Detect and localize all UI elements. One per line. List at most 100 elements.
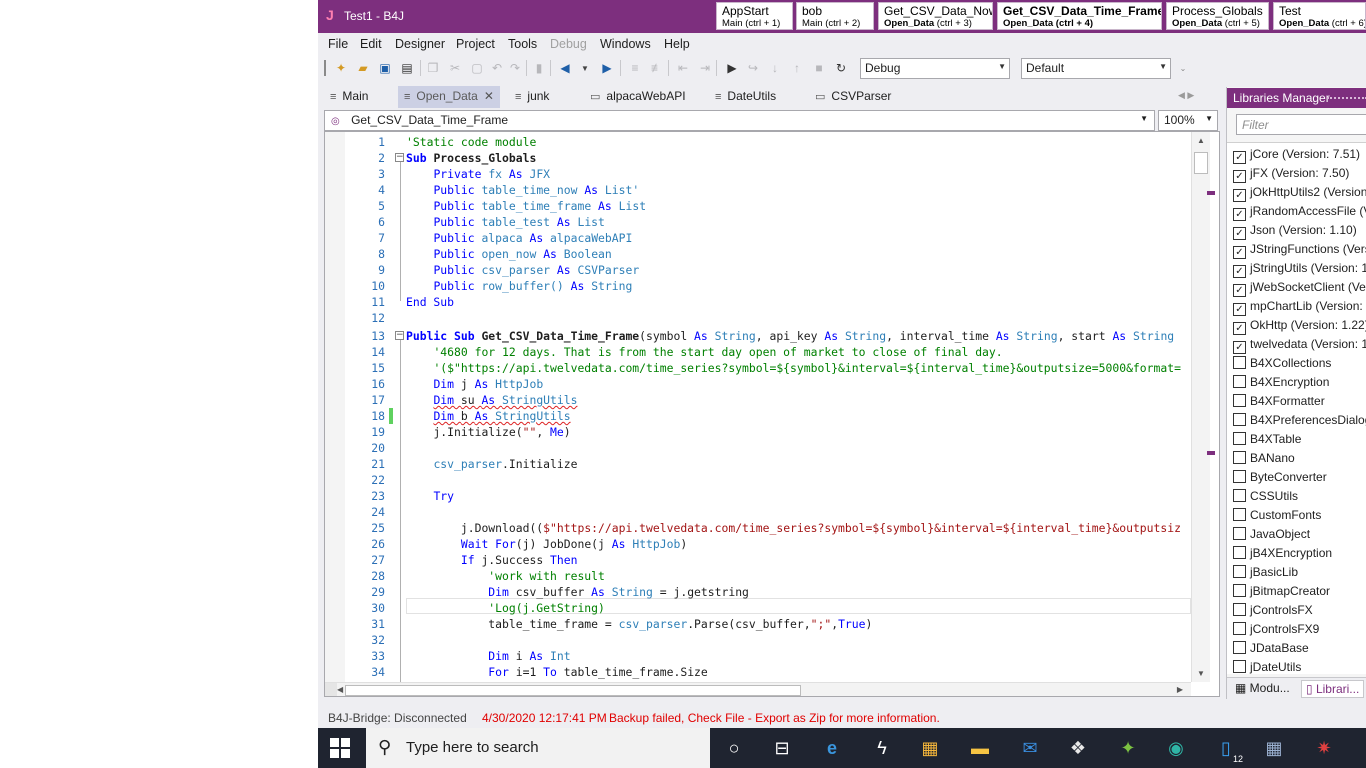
bookmark-icon[interactable]: ▮ <box>530 59 548 77</box>
menu-project[interactable]: Project <box>456 37 495 51</box>
library-item[interactable]: ✓ OkHttp (Version: 1.22) <box>1233 318 1366 337</box>
menu-help[interactable]: Help <box>664 37 690 51</box>
build-config-select[interactable]: Debug ▼ <box>860 58 1010 79</box>
new-project-icon[interactable]: ✦ <box>332 59 350 77</box>
menu-designer[interactable]: Designer <box>395 37 445 51</box>
checkbox-unchecked-icon[interactable] <box>1233 508 1246 521</box>
platform-select[interactable]: Default ▼ <box>1021 58 1171 79</box>
horizontal-scrollbar[interactable]: ◀ ▶ <box>325 682 1191 696</box>
toolbar-overflow-icon[interactable]: ⌄ <box>1174 59 1192 77</box>
close-icon[interactable]: ✕ <box>484 89 494 103</box>
library-item[interactable]: BANano <box>1233 451 1295 470</box>
spider-app-icon[interactable]: ✷ <box>1312 736 1336 760</box>
indent-icon[interactable]: ⇥ <box>696 59 714 77</box>
menu-debug[interactable]: Debug <box>550 37 587 51</box>
tab-dateutils[interactable]: ≡ DateUtils <box>709 86 782 108</box>
library-item[interactable]: ✓ jFX (Version: 7.50) <box>1233 166 1349 185</box>
checkbox-checked-icon[interactable]: ✓ <box>1233 322 1246 335</box>
fold-collapse-icon[interactable]: − <box>395 331 404 340</box>
save-icon[interactable]: ▣ <box>376 59 394 77</box>
library-item[interactable]: ✓ twelvedata (Version: 1 <box>1233 337 1366 356</box>
module-tab-process-globals[interactable]: Process_Globals Open_Data (ctrl + 5) <box>1166 2 1269 30</box>
tab-scroll-arrows-icon[interactable]: ◀ ▶ <box>1178 90 1194 101</box>
checkbox-checked-icon[interactable]: ✓ <box>1233 170 1246 183</box>
checkbox-unchecked-icon[interactable] <box>1233 584 1246 597</box>
library-item[interactable]: ✓ JStringFunctions (Vers <box>1233 242 1366 261</box>
library-item[interactable]: B4XEncryption <box>1233 375 1329 394</box>
navigate-forward-icon[interactable]: ▶ <box>598 59 616 77</box>
checkbox-unchecked-icon[interactable] <box>1233 622 1246 635</box>
tab-libraries[interactable]: ▯ Librari... <box>1301 680 1365 698</box>
tab-main[interactable]: ≡ Main <box>324 86 374 108</box>
redo-icon[interactable]: ↷ <box>506 59 524 77</box>
checkbox-unchecked-icon[interactable] <box>1233 451 1246 464</box>
paste-icon[interactable]: ▢ <box>468 59 486 77</box>
step-in-icon[interactable]: ↓ <box>766 59 784 77</box>
mail-icon[interactable]: ✉ <box>1018 736 1042 760</box>
phone-icon[interactable]: ▯ 12 <box>1214 736 1244 764</box>
library-item[interactable]: jDateUtils <box>1233 660 1301 674</box>
scroll-down-icon[interactable]: ▼ <box>1197 669 1205 678</box>
library-item[interactable]: ByteConverter <box>1233 470 1327 489</box>
step-out-icon[interactable]: ↑ <box>788 59 806 77</box>
tab-open-data[interactable]: ≡ Open_Data ✕ <box>398 86 500 108</box>
checkbox-unchecked-icon[interactable] <box>1233 470 1246 483</box>
checkbox-unchecked-icon[interactable] <box>1233 546 1246 559</box>
store-icon[interactable]: ▦ <box>918 736 942 760</box>
android-icon[interactable]: ✦ <box>1116 736 1140 760</box>
edge-icon[interactable]: e <box>820 736 844 760</box>
checkbox-unchecked-icon[interactable] <box>1233 489 1246 502</box>
checkbox-checked-icon[interactable]: ✓ <box>1233 151 1246 164</box>
library-item[interactable]: B4XTable <box>1233 432 1301 451</box>
checkbox-checked-icon[interactable]: ✓ <box>1233 189 1246 202</box>
library-item[interactable]: jControlsFX9 <box>1233 622 1319 641</box>
file-explorer-icon[interactable]: ▬ <box>968 736 992 760</box>
library-item[interactable]: ✓ mpChartLib (Version: <box>1233 299 1363 318</box>
windows-start-icon[interactable] <box>330 738 352 758</box>
library-item[interactable]: JDataBase <box>1233 641 1309 660</box>
step-over-icon[interactable]: ↪ <box>744 59 762 77</box>
library-item[interactable]: B4XPreferencesDialog <box>1233 413 1366 432</box>
taskbar-search-box[interactable]: ⚲ Type here to search <box>366 728 710 768</box>
fold-collapse-icon[interactable]: − <box>395 153 404 162</box>
navigate-back-dropdown-icon[interactable]: ▼ <box>576 59 594 77</box>
sparkle-app-icon[interactable]: ϟ <box>870 736 894 760</box>
task-view-icon[interactable]: ⊟ <box>770 736 794 760</box>
library-item[interactable]: jBitmapCreator <box>1233 584 1330 603</box>
export-zip-icon[interactable]: ▤ <box>398 59 416 77</box>
navigate-back-icon[interactable]: ◀ <box>556 59 574 77</box>
copy-icon[interactable]: ❐ <box>424 59 442 77</box>
checkbox-unchecked-icon[interactable] <box>1233 527 1246 540</box>
checkbox-unchecked-icon[interactable] <box>1233 660 1246 673</box>
restart-icon[interactable]: ↻ <box>832 59 850 77</box>
module-tab-appstart[interactable]: AppStart Main (ctrl + 1) <box>716 2 793 30</box>
scroll-thumb[interactable] <box>345 685 801 696</box>
checkbox-unchecked-icon[interactable] <box>1233 356 1246 369</box>
code-area[interactable]: 1 'Static code module 2− Sub Process_Globa… <box>345 134 1191 682</box>
module-tab-test[interactable]: Test Open_Data (ctrl + 6) <box>1273 2 1366 30</box>
cut-icon[interactable]: ✂ <box>446 59 464 77</box>
library-item[interactable]: B4XFormatter <box>1233 394 1325 413</box>
status-message[interactable]: Backup failed, Check File - Export as Zi… <box>609 711 940 725</box>
checkbox-checked-icon[interactable]: ✓ <box>1233 227 1246 240</box>
scroll-right-icon[interactable]: ▶ <box>1177 685 1183 694</box>
checkbox-unchecked-icon[interactable] <box>1233 565 1246 578</box>
checkbox-unchecked-icon[interactable] <box>1233 432 1246 445</box>
uncomment-block-icon[interactable]: ≢ <box>648 59 666 77</box>
tab-modules[interactable]: ▦ Modu... <box>1231 680 1294 698</box>
checkbox-unchecked-icon[interactable] <box>1233 375 1246 388</box>
run-icon[interactable]: ▶ <box>723 59 741 77</box>
panel-splitter[interactable] <box>1207 131 1215 697</box>
tab-csvparser[interactable]: ▭ CSVParser <box>809 86 897 108</box>
checkbox-unchecked-icon[interactable] <box>1233 603 1246 616</box>
stop-icon[interactable]: ■ <box>810 59 828 77</box>
library-item[interactable]: B4XCollections <box>1233 356 1331 375</box>
scroll-left-icon[interactable]: ◀ <box>337 685 343 694</box>
library-item[interactable]: ✓ jStringUtils (Version: 1 <box>1233 261 1366 280</box>
library-item[interactable]: CustomFonts <box>1233 508 1321 527</box>
comment-block-icon[interactable]: ≡ <box>626 59 644 77</box>
library-item[interactable]: jB4XEncryption <box>1233 546 1332 565</box>
zoom-select[interactable]: 100% ▼ <box>1158 110 1218 131</box>
outdent-icon[interactable]: ⇤ <box>674 59 692 77</box>
menu-file[interactable]: File <box>328 37 348 51</box>
